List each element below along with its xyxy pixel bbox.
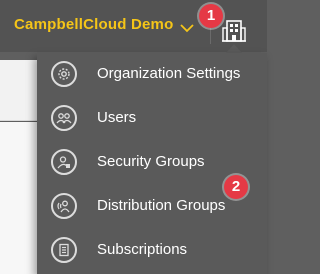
step-1-badge: 1	[199, 4, 223, 28]
menu-item-label: Users	[97, 109, 137, 126]
menu-item-label: Organization Settings	[97, 65, 241, 82]
chevron-down-icon[interactable]	[180, 24, 194, 33]
menu-item-users[interactable]: Users	[37, 97, 267, 141]
menu-item-organization-settings[interactable]: Organization Settings	[37, 53, 267, 97]
org-menu-dropdown: Organization Settings Users Security Gro…	[37, 53, 267, 274]
building-icon[interactable]	[220, 17, 248, 45]
menu-item-label: Security Groups	[97, 153, 205, 170]
dropdown-caret	[226, 44, 242, 53]
distribution-group-icon	[51, 193, 77, 219]
org-name[interactable]: CampbellCloud Demo	[14, 16, 173, 33]
security-group-icon	[51, 149, 77, 175]
menu-item-label: Subscriptions	[97, 241, 188, 258]
gear-icon	[51, 61, 77, 87]
step-2-badge: 2	[224, 175, 248, 199]
background-panel	[0, 60, 37, 121]
menu-item-label: Distribution Groups	[97, 197, 226, 214]
menu-item-subscriptions[interactable]: Subscriptions	[37, 229, 267, 273]
users-icon	[51, 105, 77, 131]
subscriptions-icon	[51, 237, 77, 263]
background-panel	[0, 122, 37, 274]
